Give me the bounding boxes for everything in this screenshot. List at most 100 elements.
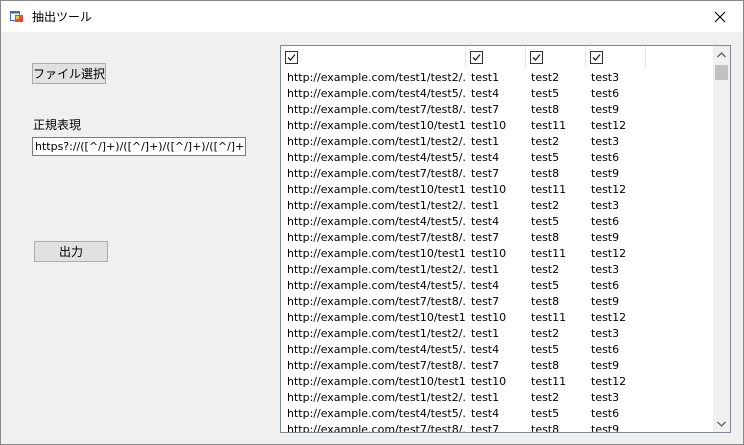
cell-segment-1: test10 (471, 183, 507, 196)
chevron-up-icon (717, 51, 726, 57)
cell-segment-2: test2 (531, 71, 560, 84)
header-checkbox[interactable] (470, 51, 483, 64)
list-row[interactable]: http://example.com/test4/test5/... test4 t… (281, 406, 713, 422)
list-row[interactable]: http://example.com/test4/test5/... test4 t… (281, 278, 713, 294)
cell-segment-3: test12 (591, 119, 627, 132)
cell-segment-3: test6 (591, 215, 620, 228)
list-row[interactable]: http://example.com/test4/test5/... test4 t… (281, 214, 713, 230)
checkbox-checked-icon (532, 54, 541, 61)
list-row[interactable]: http://example.com/test10/test1... test10… (281, 246, 713, 262)
column-header-2[interactable] (526, 46, 586, 68)
list-row[interactable]: http://example.com/test1/test2/... test1 t… (281, 390, 713, 406)
list-row[interactable]: http://example.com/test1/test2/... test1 t… (281, 134, 713, 150)
list-row[interactable]: http://example.com/test7/test8/... test7 t… (281, 102, 713, 118)
extract-button[interactable]: 出力 (34, 241, 108, 262)
column-header-1[interactable] (466, 46, 526, 68)
cell-url: http://example.com/test4/test5/... (287, 87, 467, 100)
cell-segment-1: test4 (471, 87, 500, 100)
cell-segment-2: test8 (531, 231, 560, 244)
cell-url: http://example.com/test1/test2/... (287, 199, 467, 212)
cell-segment-1: test10 (471, 119, 507, 132)
list-row[interactable]: http://example.com/test10/test1... test10… (281, 182, 713, 198)
scroll-down-button[interactable] (713, 415, 730, 432)
checkbox-checked-icon (287, 54, 296, 61)
cell-url: http://example.com/test1/test2/... (287, 391, 467, 404)
cell-segment-3: test3 (591, 263, 620, 276)
column-header-url[interactable] (281, 46, 466, 68)
cell-segment-3: test6 (591, 151, 620, 164)
list-row[interactable]: http://example.com/test1/test2/... test1 t… (281, 70, 713, 86)
cell-url: http://example.com/test4/test5/... (287, 279, 467, 292)
list-row[interactable]: http://example.com/test4/test5/... test4 t… (281, 150, 713, 166)
cell-segment-3: test9 (591, 359, 620, 372)
cell-url: http://example.com/test4/test5/... (287, 407, 467, 420)
cell-segment-1: test4 (471, 151, 500, 164)
cell-segment-3: test6 (591, 279, 620, 292)
list-row[interactable]: http://example.com/test7/test8/... test7 t… (281, 230, 713, 246)
list-row[interactable]: http://example.com/test1/test2/... test1 t… (281, 326, 713, 342)
header-checkbox[interactable] (590, 51, 603, 64)
cell-url: http://example.com/test4/test5/... (287, 343, 467, 356)
cell-segment-1: test4 (471, 343, 500, 356)
cell-segment-3: test9 (591, 103, 620, 116)
cell-segment-1: test7 (471, 359, 500, 372)
cell-segment-3: test9 (591, 295, 620, 308)
cell-segment-2: test2 (531, 199, 560, 212)
cell-segment-3: test9 (591, 231, 620, 244)
result-listview[interactable]: http://example.com/test1/test2/... test1 t… (280, 45, 731, 433)
cell-segment-1: test10 (471, 247, 507, 260)
cell-segment-3: test12 (591, 247, 627, 260)
cell-segment-2: test8 (531, 103, 560, 116)
cell-segment-3: test3 (591, 391, 620, 404)
cell-segment-2: test8 (531, 295, 560, 308)
scrollbar-thumb[interactable] (715, 65, 728, 80)
column-header-3[interactable] (586, 46, 646, 68)
list-row[interactable]: http://example.com/test10/test1... test10… (281, 374, 713, 390)
header-checkbox[interactable] (285, 51, 298, 64)
list-row[interactable]: http://example.com/test4/test5/... test4 t… (281, 86, 713, 102)
list-row[interactable]: http://example.com/test1/test2/... test1 t… (281, 198, 713, 214)
list-row[interactable]: http://example.com/test7/test8/... test7 t… (281, 422, 713, 433)
close-button[interactable] (697, 1, 743, 32)
cell-url: http://example.com/test7/test8/... (287, 231, 467, 244)
cell-segment-3: test12 (591, 183, 627, 196)
cell-segment-1: test1 (471, 391, 500, 404)
list-row[interactable]: http://example.com/test7/test8/... test7 t… (281, 358, 713, 374)
cell-url: http://example.com/test10/test1... (287, 183, 467, 196)
cell-segment-2: test5 (531, 343, 560, 356)
list-row[interactable]: http://example.com/test10/test1... test10… (281, 310, 713, 326)
file-select-button[interactable]: ファイル選択 (32, 63, 106, 84)
cell-segment-3: test9 (591, 423, 620, 433)
cell-segment-2: test8 (531, 423, 560, 433)
cell-url: http://example.com/test10/test1... (287, 247, 467, 260)
cell-segment-1: test1 (471, 135, 500, 148)
cell-segment-1: test7 (471, 423, 500, 433)
cell-segment-2: test2 (531, 135, 560, 148)
header-checkbox[interactable] (530, 51, 543, 64)
cell-segment-2: test8 (531, 359, 560, 372)
vertical-scrollbar[interactable] (713, 46, 730, 432)
list-row[interactable]: http://example.com/test7/test8/... test7 t… (281, 294, 713, 310)
cell-segment-1: test7 (471, 231, 500, 244)
cell-segment-3: test12 (591, 375, 627, 388)
list-row[interactable]: http://example.com/test1/test2/... test1 t… (281, 262, 713, 278)
cell-segment-3: test9 (591, 167, 620, 180)
list-row[interactable]: http://example.com/test10/test1... test10… (281, 118, 713, 134)
cell-segment-2: test2 (531, 391, 560, 404)
cell-segment-1: test4 (471, 215, 500, 228)
regex-input[interactable]: https?://([^/]+)/([^/]+)/([^/]+)/([^/]+) (32, 137, 246, 156)
list-row[interactable]: http://example.com/test7/test8/... test7 t… (281, 166, 713, 182)
cell-segment-2: test11 (531, 183, 567, 196)
scroll-up-button[interactable] (713, 46, 730, 63)
cell-url: http://example.com/test1/test2/... (287, 135, 467, 148)
title-bar[interactable]: 抽出ツール (1, 1, 743, 32)
cell-url: http://example.com/test7/test8/... (287, 103, 467, 116)
cell-segment-1: test1 (471, 263, 500, 276)
cell-segment-2: test5 (531, 407, 560, 420)
cell-segment-2: test5 (531, 87, 560, 100)
list-row[interactable]: http://example.com/test4/test5/... test4 t… (281, 342, 713, 358)
cell-segment-2: test11 (531, 247, 567, 260)
cell-url: http://example.com/test1/test2/... (287, 71, 467, 84)
cell-url: http://example.com/test7/test8/... (287, 167, 467, 180)
cell-url: http://example.com/test10/test1... (287, 375, 467, 388)
